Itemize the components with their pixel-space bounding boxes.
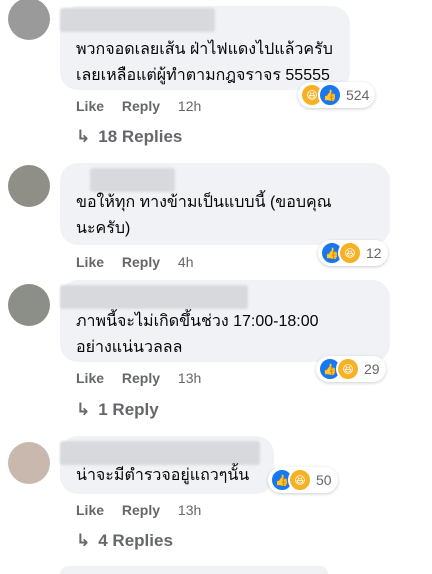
- like-button[interactable]: Like: [76, 502, 104, 518]
- comment-bubble: น่าจะมีตำรวจอยู่แถวๆนั้น: [60, 436, 274, 494]
- reaction-summary[interactable]: 👍 😆 29: [316, 356, 386, 382]
- like-button[interactable]: Like: [76, 98, 104, 114]
- replies-label: 1 Reply: [98, 400, 159, 419]
- view-replies-button[interactable]: ↳ 4 Replies: [76, 531, 173, 551]
- reaction-summary[interactable]: 😆 👍 524: [298, 82, 376, 108]
- reaction-count: 12: [366, 245, 382, 261]
- blurred-author-name[interactable]: [60, 8, 215, 32]
- comment-bubble: ขอให้ทุก ทางข้ามเป็นแบบนี้ (ขอบคุณ นะครั…: [60, 163, 390, 245]
- comment-actions: Like Reply 13h: [76, 502, 215, 518]
- avatar[interactable]: [8, 442, 50, 484]
- reply-button[interactable]: Reply: [122, 254, 160, 270]
- comment-text-line: ภาพนี้จะไม่เกิดขึ้นช่วง 17:00-18:00: [76, 313, 319, 330]
- reply-button[interactable]: Reply: [122, 98, 160, 114]
- comment-actions: Like Reply 4h: [76, 254, 208, 270]
- reaction-count: 50: [316, 472, 332, 488]
- avatar[interactable]: [8, 284, 50, 326]
- comment-text-line: นะครับ): [76, 220, 131, 237]
- reaction-summary[interactable]: 👍 😆 50: [268, 467, 338, 493]
- reply-arrow-icon: ↳: [76, 400, 91, 419]
- blurred-author-name[interactable]: [60, 285, 248, 309]
- reaction-count: 524: [346, 87, 370, 103]
- view-replies-button[interactable]: ↳ 1 Reply: [76, 400, 159, 420]
- reply-button[interactable]: Reply: [122, 370, 160, 386]
- comment-actions: Like Reply 12h: [76, 98, 215, 114]
- avatar[interactable]: [8, 165, 50, 207]
- reaction-summary[interactable]: 👍 😆 12: [318, 240, 388, 266]
- comment-bubble: พวกจอดเลยเส้น ฝ่าไฟแดงไปแล้วครับ เลยเหลื…: [60, 6, 350, 90]
- next-comment-bubble-edge: [60, 566, 328, 574]
- timestamp[interactable]: 12h: [178, 98, 201, 114]
- like-button[interactable]: Like: [76, 254, 104, 270]
- haha-icon: 😆: [288, 468, 312, 492]
- comment-bubble: ภาพนี้จะไม่เกิดขึ้นช่วง 17:00-18:00 อย่า…: [60, 280, 390, 362]
- haha-icon: 😆: [336, 357, 360, 381]
- comment-text-line: พวกจอดเลยเส้น ฝ่าไฟแดงไปแล้วครับ: [76, 41, 333, 58]
- reply-arrow-icon: ↳: [76, 127, 91, 146]
- reply-button[interactable]: Reply: [122, 502, 160, 518]
- like-icon: 👍: [318, 83, 342, 107]
- comment-actions: Like Reply 13h: [76, 370, 215, 386]
- comment-text-line: ขอให้ทุก ทางข้ามเป็นแบบนี้ (ขอบคุณ: [76, 194, 332, 211]
- haha-icon: 😆: [338, 241, 362, 265]
- replies-label: 4 Replies: [98, 531, 173, 550]
- avatar[interactable]: [8, 0, 50, 40]
- like-button[interactable]: Like: [76, 370, 104, 386]
- reply-arrow-icon: ↳: [76, 531, 91, 550]
- comment-text-line: อย่างแน่นวลลล: [76, 339, 183, 356]
- comment-text-line: เลยเหลือแต่ผู้ทำตามกฎจราจร 55555: [76, 67, 330, 84]
- replies-label: 18 Replies: [98, 127, 183, 146]
- timestamp[interactable]: 13h: [178, 502, 201, 518]
- timestamp[interactable]: 4h: [178, 254, 194, 270]
- comment-text-line: น่าจะมีตำรวจอยู่แถวๆนั้น: [76, 467, 250, 484]
- reaction-count: 29: [364, 361, 380, 377]
- view-replies-button[interactable]: ↳ 18 Replies: [76, 127, 182, 147]
- timestamp[interactable]: 13h: [178, 370, 201, 386]
